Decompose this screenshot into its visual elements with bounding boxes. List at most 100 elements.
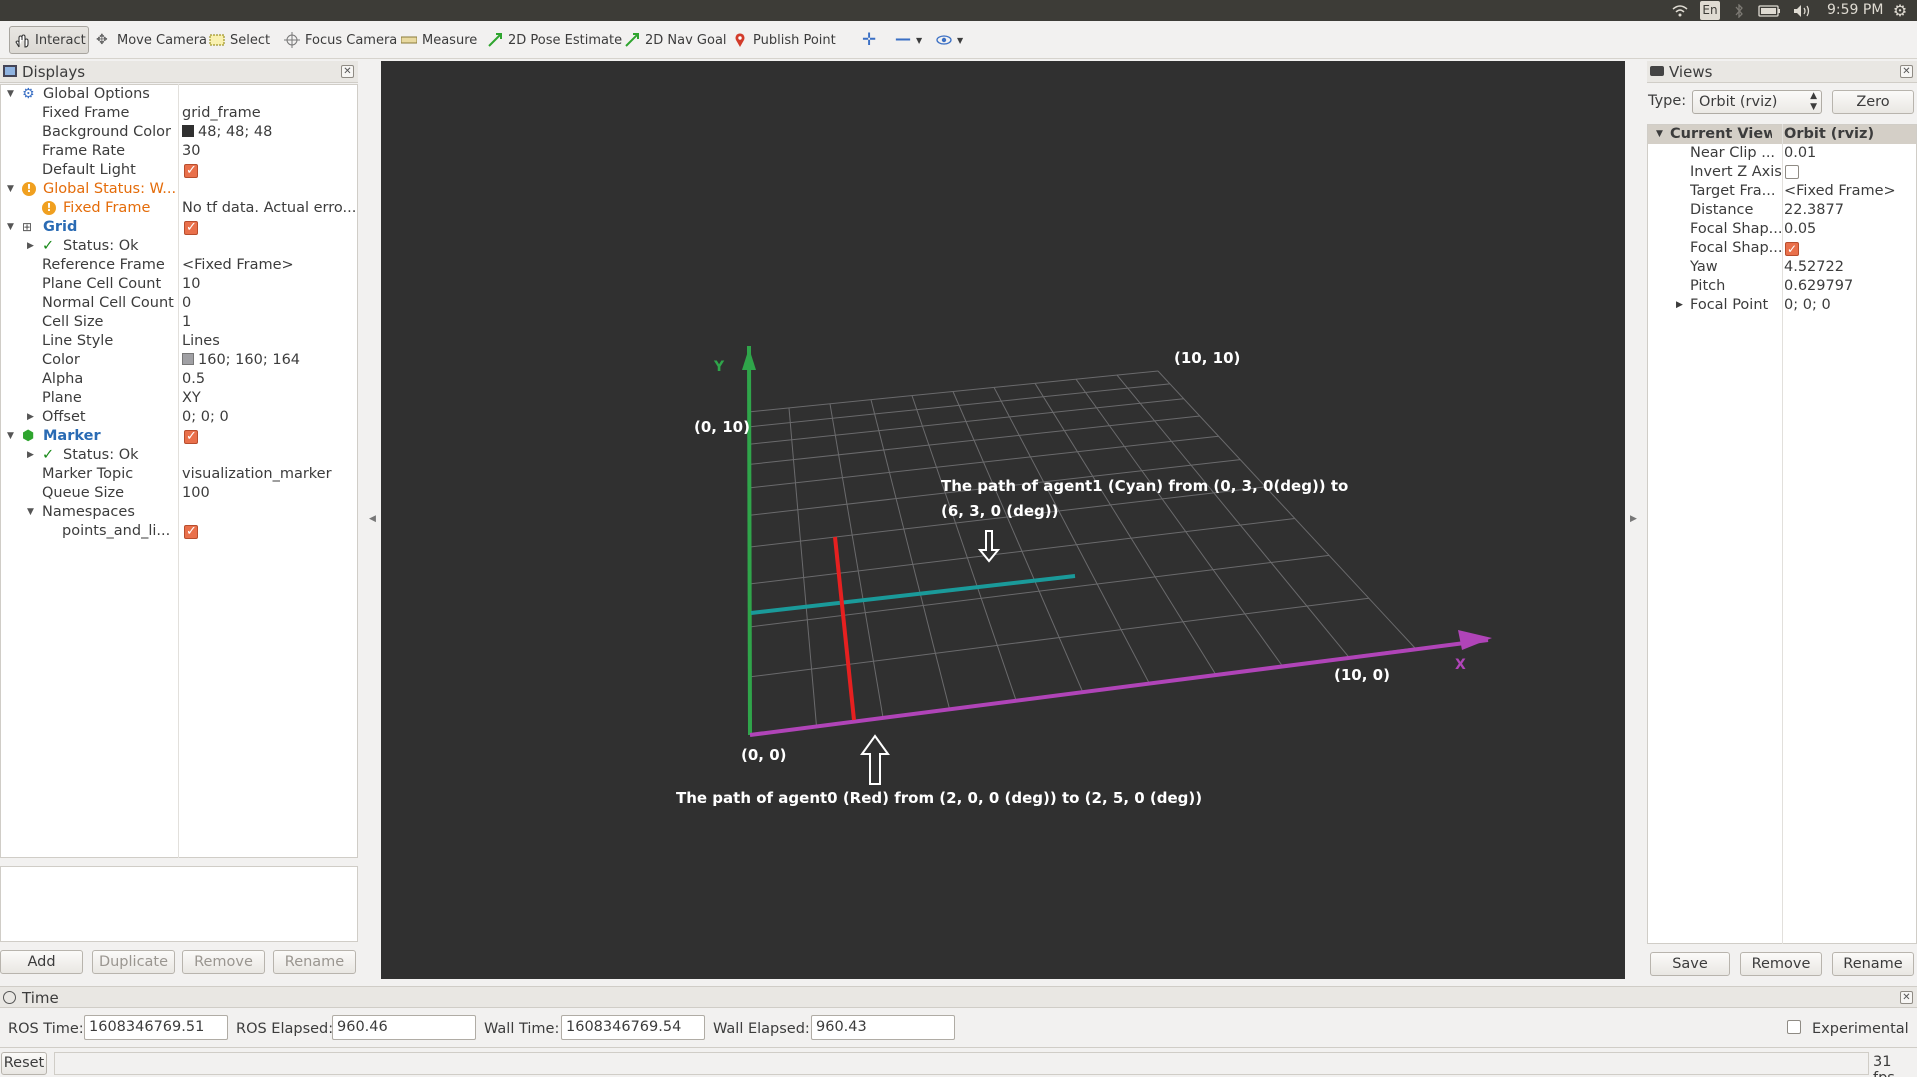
expand-arrow-icon[interactable]: ▼ xyxy=(7,218,14,237)
view-options-dropdown[interactable]: ▼ xyxy=(932,26,967,54)
close-icon[interactable]: ✕ xyxy=(1900,991,1913,1004)
tree-row-color[interactable]: Color 160; 160; 164 xyxy=(1,351,357,370)
tree-row-marker[interactable]: ▼ ⬢ Marker xyxy=(1,427,357,446)
rename-view-button[interactable]: Rename xyxy=(1832,952,1914,976)
remove-display-button[interactable]: Remove xyxy=(182,950,265,974)
property-value[interactable]: 0; 0; 0 xyxy=(182,408,357,427)
tree-row-marker-status[interactable]: ▶ ✓ Status: Ok xyxy=(1,446,357,465)
view-type-select[interactable]: Orbit (rviz) ▲ ▼ xyxy=(1692,90,1822,114)
checkbox-checked[interactable] xyxy=(184,522,198,541)
measure-tool-button[interactable]: Measure xyxy=(397,26,481,54)
volume-icon[interactable] xyxy=(1792,2,1814,19)
tree-row-global-status[interactable]: ▼ ! Global Status: W... xyxy=(1,180,357,199)
property-value[interactable]: 0.5 xyxy=(182,370,357,389)
expand-arrow-icon[interactable]: ▼ xyxy=(7,427,14,446)
ros-elapsed-field[interactable]: 960.46 xyxy=(332,1015,476,1040)
close-icon[interactable]: ✕ xyxy=(341,65,354,78)
tree-row-namespaces[interactable]: ▼ Namespaces xyxy=(1,503,357,522)
keyboard-layout-indicator[interactable]: En xyxy=(1700,1,1720,20)
expand-arrow-icon[interactable]: ▼ xyxy=(1656,125,1663,144)
add-display-button[interactable]: Add xyxy=(0,950,83,974)
focus-camera-tool-button[interactable]: Focus Camera xyxy=(280,26,401,54)
tree-row-fixed-frame[interactable]: Fixed Frame grid_frame xyxy=(1,104,357,123)
tree-row-frame-rate[interactable]: Frame Rate 30 xyxy=(1,142,357,161)
expand-arrow-icon[interactable]: ▼ xyxy=(7,180,14,199)
tree-row-plane-cell-count[interactable]: Plane Cell Count 10 xyxy=(1,275,357,294)
nav-goal-tool-button[interactable]: 2D Nav Goal xyxy=(620,26,731,54)
tree-row-global-options[interactable]: ▼ ⚙ Global Options xyxy=(1,85,357,104)
tree-row-normal-cell-count[interactable]: Normal Cell Count 0 xyxy=(1,294,357,313)
pose-estimate-tool-button[interactable]: 2D Pose Estimate xyxy=(483,26,626,54)
expand-arrow-icon[interactable]: ▶ xyxy=(27,446,34,465)
property-value[interactable]: 10 xyxy=(182,275,357,294)
bluetooth-icon[interactable] xyxy=(1732,2,1746,19)
duplicate-display-button[interactable]: Duplicate xyxy=(92,950,175,974)
tree-row-background-color[interactable]: Background Color 48; 48; 48 xyxy=(1,123,357,142)
property-value[interactable]: 100 xyxy=(182,484,357,503)
expand-arrow-icon[interactable]: ▼ xyxy=(7,85,14,104)
tree-row-marker-topic[interactable]: Marker Topic visualization_marker xyxy=(1,465,357,484)
property-value[interactable]: 1 xyxy=(182,313,357,332)
remove-tool-dropdown[interactable]: — ▼ xyxy=(891,26,926,54)
property-value[interactable]: Lines xyxy=(182,332,357,351)
property-value[interactable]: 48; 48; 48 xyxy=(182,123,357,142)
move-camera-tool-button[interactable]: ✥ Move Camera xyxy=(92,26,211,54)
tree-row-grid[interactable]: ▼ ⊞ Grid xyxy=(1,218,357,237)
tree-row-alpha[interactable]: Alpha 0.5 xyxy=(1,370,357,389)
add-tool-button[interactable]: ✛ xyxy=(858,26,887,54)
property-value[interactable]: <Fixed Frame> xyxy=(182,256,357,275)
experimental-checkbox[interactable] xyxy=(1787,1020,1801,1034)
property-value[interactable]: 0; 0; 0 xyxy=(1784,296,1914,315)
property-value[interactable]: 0.05 xyxy=(1784,220,1914,239)
wall-time-field[interactable]: 1608346769.54 xyxy=(561,1015,705,1040)
tree-row-grid-status[interactable]: ▶ ✓ Status: Ok xyxy=(1,237,357,256)
expand-arrow-icon[interactable]: ▶ xyxy=(1676,296,1683,315)
property-value[interactable]: XY xyxy=(182,389,357,408)
property-value[interactable]: 0 xyxy=(182,294,357,313)
property-value[interactable]: 30 xyxy=(182,142,357,161)
rename-display-button[interactable]: Rename xyxy=(273,950,356,974)
expand-arrow-icon[interactable]: ▼ xyxy=(27,503,34,522)
render-viewport[interactable]: Y X (0, 0) (0, 10) (10, 10) (10, 0) The … xyxy=(381,61,1625,979)
interact-tool-button[interactable]: Interact xyxy=(9,26,89,54)
property-value[interactable]: 4.52722 xyxy=(1784,258,1914,277)
property-value[interactable]: <Fixed Frame> xyxy=(1784,182,1914,201)
property-value[interactable]: grid_frame xyxy=(182,104,357,123)
clock[interactable]: 9:59 PM xyxy=(1827,1,1883,20)
tree-row-offset[interactable]: ▶ Offset 0; 0; 0 xyxy=(1,408,357,427)
tree-row-status-fixed-frame[interactable]: ! Fixed Frame No tf data. Actual erro... xyxy=(1,199,357,218)
checkbox-checked[interactable]: ✓ xyxy=(1785,242,1799,256)
checkbox-checked[interactable] xyxy=(184,161,198,180)
publish-point-tool-button[interactable]: Publish Point xyxy=(728,26,840,54)
wifi-icon[interactable] xyxy=(1670,2,1690,19)
collapse-right-handle[interactable]: ▶ xyxy=(1630,514,1637,524)
wall-elapsed-field[interactable]: 960.43 xyxy=(811,1015,955,1040)
tree-row-queue-size[interactable]: Queue Size 100 xyxy=(1,484,357,503)
checkbox-checked[interactable] xyxy=(184,427,198,446)
property-value[interactable]: 22.3877 xyxy=(1784,201,1914,220)
property-value[interactable]: visualization_marker xyxy=(182,465,357,484)
select-tool-button[interactable]: Select xyxy=(205,26,274,54)
property-value[interactable]: 160; 160; 164 xyxy=(182,351,357,370)
remove-view-button[interactable]: Remove xyxy=(1740,952,1822,976)
checkbox-checked[interactable] xyxy=(184,218,198,237)
tree-row-cell-size[interactable]: Cell Size 1 xyxy=(1,313,357,332)
property-value[interactable]: 0.629797 xyxy=(1784,277,1914,296)
tree-row-points-and-lines[interactable]: points_and_li... xyxy=(1,522,357,541)
reset-button[interactable]: Reset xyxy=(1,1052,47,1075)
tree-row-plane[interactable]: Plane XY xyxy=(1,389,357,408)
expand-arrow-icon[interactable]: ▶ xyxy=(27,237,34,256)
checkbox-unchecked[interactable] xyxy=(1785,165,1799,179)
ros-time-field[interactable]: 1608346769.51 xyxy=(84,1015,228,1040)
close-icon[interactable]: ✕ xyxy=(1900,65,1913,78)
collapse-left-handle[interactable]: ◀ xyxy=(369,514,376,524)
tree-row-reference-frame[interactable]: Reference Frame <Fixed Frame> xyxy=(1,256,357,275)
zero-view-button[interactable]: Zero xyxy=(1832,90,1914,114)
tree-row-default-light[interactable]: Default Light xyxy=(1,161,357,180)
battery-icon[interactable] xyxy=(1757,2,1783,19)
gear-icon[interactable]: ⚙ xyxy=(1890,1,1910,20)
property-value[interactable]: 0.01 xyxy=(1784,144,1914,163)
tree-row-line-style[interactable]: Line Style Lines xyxy=(1,332,357,351)
save-view-button[interactable]: Save xyxy=(1650,952,1730,976)
expand-arrow-icon[interactable]: ▶ xyxy=(27,408,34,427)
